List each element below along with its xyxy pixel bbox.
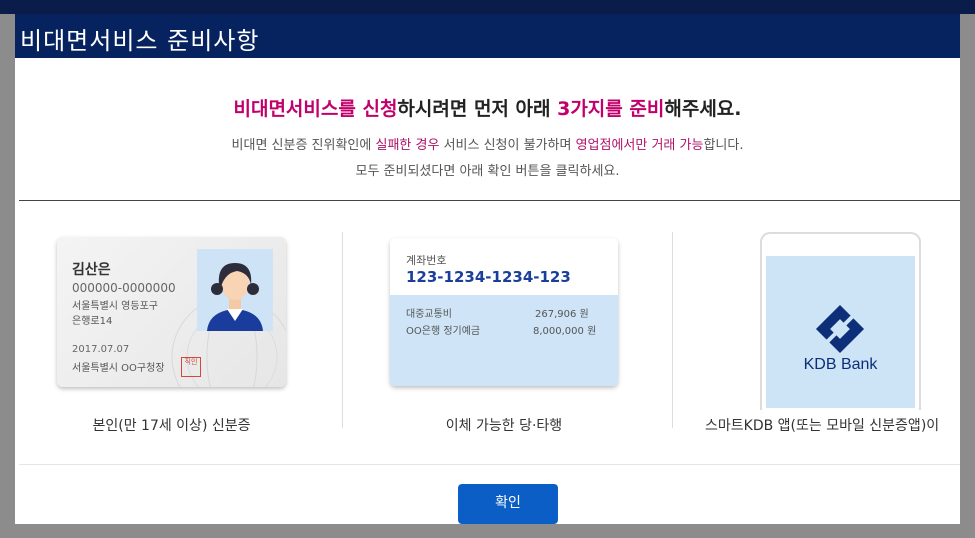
id-address-1: 서울특별시 영등포구 — [72, 301, 158, 312]
headline-text-1: 하시려면 먼저 아래 — [397, 98, 558, 120]
desc-highlight-b: 실패한 경우 — [375, 138, 440, 153]
desc-text-c: 서비스 신청이 불가하며 — [439, 138, 576, 153]
id-date: 2017.07.07 — [72, 344, 130, 355]
headline-highlight-2: 3가지를 준비 — [557, 98, 665, 120]
kdb-brand: KDB Bank — [803, 356, 878, 373]
id-photo — [197, 249, 273, 331]
id-issuer: 서울특별시 OO구청장 — [72, 363, 165, 374]
item-label-account: 이체 가능한 당·타행 — [445, 418, 563, 434]
official-seal: 직인 — [181, 357, 201, 377]
id-number: 000000-0000000 — [72, 281, 176, 295]
item-label-id: 본인(만 17세 이상) 신분증 — [92, 418, 251, 434]
description-line-2: 모두 준비되셨다면 아래 확인 버튼을 클릭하세요. — [355, 164, 620, 179]
description-line-1: 비대면 신분증 진위확인에 실패한 경우 서비스 신청이 불가하며 영업점에서만… — [15, 134, 960, 153]
id-card-illustration: 김산은 000000-0000000 서울특별시 영등포구 은행로14 2017… — [57, 237, 286, 387]
page-top-band — [0, 0, 975, 14]
id-address-2: 은행로14 — [72, 316, 113, 327]
desc-text-a: 비대면 신분증 진위확인에 — [231, 138, 376, 153]
phone-screen: KDB Bank — [766, 256, 915, 408]
column-separator-2 — [672, 232, 673, 428]
kdb-logo-icon — [815, 304, 865, 354]
desc-text-e: 합니다. — [703, 138, 744, 153]
modal-title: 비대면서비스 준비사항 — [20, 27, 260, 55]
account-list: 대중교통비 267,906 원 OO은행 정기예금 8,000,000 원 — [390, 295, 618, 386]
headline: 비대면서비스를 신청하시려면 먼저 아래 3가지를 준비해주세요. — [15, 94, 960, 121]
id-name: 김산은 — [72, 262, 111, 278]
modal-header: 비대면서비스 준비사항 X — [15, 14, 960, 58]
desc-highlight-d: 영업점에서만 거래 가능 — [575, 138, 704, 153]
account-row-amount: 8,000,000 원 — [533, 326, 597, 337]
headline-highlight-1: 비대면서비스를 신청 — [233, 98, 398, 120]
confirm-button[interactable]: 확인 — [458, 484, 558, 524]
divider — [19, 200, 960, 201]
account-heading: 계좌번호 — [406, 254, 447, 267]
column-separator-1 — [342, 232, 343, 428]
prep-modal: 비대면서비스 준비사항 X 비대면서비스를 신청하시려면 먼저 아래 3가지를 … — [15, 14, 960, 524]
account-row-name: OO은행 정기예금 — [406, 326, 481, 337]
item-label-app: 스마트KDB 앱(또는 모바일 신분증앱)이 — [705, 418, 940, 434]
footer-divider — [19, 464, 960, 465]
headline-text-2: 해주세요. — [664, 98, 742, 120]
account-row-amount: 267,906 원 — [535, 309, 589, 320]
account-row-name: 대중교통비 — [406, 309, 452, 320]
phone-illustration: KDB Bank — [760, 232, 921, 410]
account-number: 123-1234-1234-123 — [406, 268, 571, 286]
person-icon — [207, 263, 263, 331]
account-card-illustration: 계좌번호 123-1234-1234-123 대중교통비 267,906 원 O… — [390, 238, 618, 386]
